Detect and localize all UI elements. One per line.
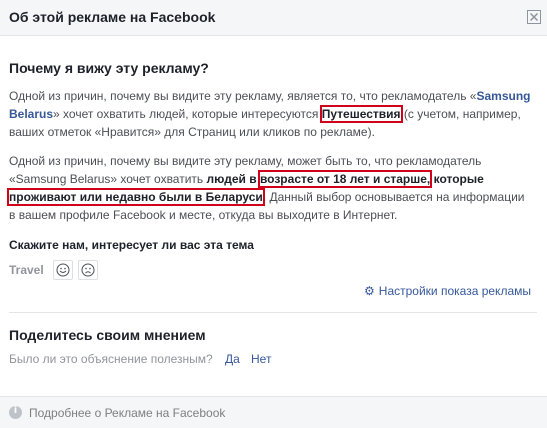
divider [9, 312, 537, 313]
ad-settings-link[interactable]: ⚙ Настройки показа рекламы [364, 284, 531, 298]
dialog-title: Об этой рекламе на Facebook [9, 9, 216, 25]
reason-interest-paragraph: Одной из причин, почему вы видите эту ре… [9, 87, 534, 141]
ad-settings-label: Настройки показа рекламы [378, 284, 531, 298]
location-highlight: проживают или недавно были в Беларуси [7, 188, 265, 206]
info-icon: i [9, 405, 22, 419]
feedback-no-link[interactable]: Нет [251, 352, 271, 366]
why-heading: Почему я вижу эту рекламу? [9, 60, 209, 76]
gear-icon: ⚙ [364, 284, 375, 298]
age-highlight: возрасте от 18 лет и старше, [257, 170, 433, 188]
smile-face-icon[interactable] [53, 260, 73, 280]
reason-bold-text: которые [430, 172, 484, 186]
reason-text: » хочет охватить людей, которые интересу… [53, 107, 322, 121]
interest-highlight: Путешествия [319, 105, 403, 123]
reason-demographics-paragraph: Одной из причин, почему вы видите эту ре… [7, 152, 534, 224]
dialog-header: Об этой рекламе на Facebook [0, 0, 547, 36]
feedback-question: Было ли это объяснение полезным? [9, 352, 213, 366]
learn-more-link[interactable]: Подробнее о Рекламе на Facebook [29, 406, 225, 420]
sad-face-icon[interactable] [78, 260, 98, 280]
reason-bold-text: людей в [206, 172, 260, 186]
close-icon[interactable] [527, 10, 541, 24]
dialog-footer: i Подробнее о Рекламе на Facebook [0, 396, 547, 428]
topic-label: Travel [9, 263, 44, 277]
reason-text: Одной из причин, почему вы видите эту ре… [9, 89, 477, 103]
feedback-heading: Поделитесь своим мнением [9, 327, 206, 343]
topic-prompt: Скажите нам, интересует ли вас эта тема [9, 238, 254, 252]
feedback-yes-link[interactable]: Да [225, 352, 240, 366]
